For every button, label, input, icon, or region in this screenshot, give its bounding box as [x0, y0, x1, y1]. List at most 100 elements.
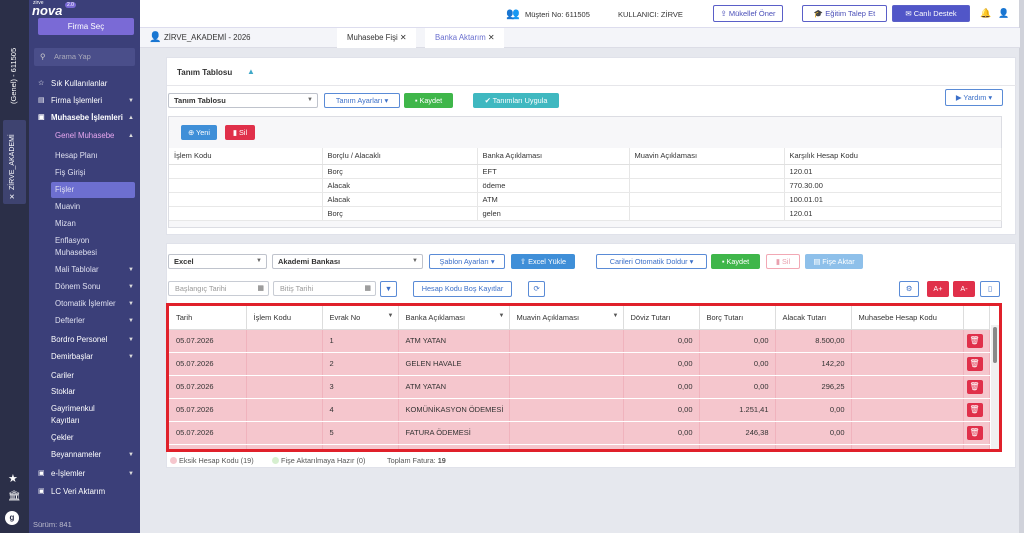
table-cell[interactable] [169, 178, 323, 193]
sidebar-item[interactable]: Mizan [29, 216, 140, 232]
filter-icon[interactable]: ▼ [613, 313, 619, 319]
table-cell[interactable]: FATURA ÖDEMESİ [398, 421, 510, 445]
delete-row-icon[interactable]: 🗑 [966, 356, 983, 371]
table-cell[interactable]: Alacak [322, 178, 478, 193]
table-cell[interactable] [169, 206, 323, 221]
page-scrollbar[interactable] [1019, 0, 1024, 533]
table-cell[interactable] [851, 375, 964, 399]
format-select[interactable]: Excel ▼ [168, 254, 267, 269]
sil-button[interactable]: ▮ Sil [766, 254, 800, 269]
sidebar-item[interactable]: Muhasebesi [29, 245, 140, 261]
table-cell[interactable]: 0,00 [623, 375, 700, 399]
delete-row-icon[interactable]: 🗑 [966, 402, 983, 417]
gib-icon[interactable]: g [5, 511, 19, 525]
table-cell[interactable]: GELEN HAVALE [398, 352, 510, 376]
star-icon[interactable]: ★ [8, 472, 18, 485]
table-cell[interactable] [629, 206, 785, 221]
tab-banka-aktarim[interactable]: Banka Aktarım ✕ [425, 28, 505, 48]
sil-button[interactable]: ▮ Sil [225, 125, 255, 140]
table-cell[interactable]: 0,00 [623, 444, 700, 449]
filter-icon[interactable]: ▼ [388, 313, 394, 319]
table-cell[interactable]: 8.500,00 [775, 329, 852, 353]
table-row[interactable]: 05.07.2026 2 GELEN HAVALE 0,00 0,00 142,20 🗑 [169, 352, 990, 376]
table-cell[interactable]: 142,20 [775, 352, 852, 376]
column-header[interactable]: Döviz Tutarı [623, 306, 700, 330]
table-cell[interactable]: 0,00 [623, 329, 700, 353]
sidebar-item[interactable]: Dönem Sonu ▼ [29, 279, 140, 295]
column-header[interactable]: Evrak No ▼ [322, 306, 399, 330]
table-cell[interactable] [246, 329, 323, 353]
font-decrease-button[interactable]: A- [953, 281, 975, 297]
table-cell[interactable]: Alacak [322, 192, 478, 207]
column-header[interactable]: Tarih [169, 306, 247, 330]
table-cell[interactable]: 543,12 [775, 444, 852, 449]
table-cell[interactable] [851, 329, 964, 353]
table-cell[interactable]: 6 [322, 444, 399, 449]
sidebar-item[interactable]: Demirbaşlar ▼ [29, 349, 140, 365]
table-cell[interactable]: 3 [322, 375, 399, 399]
table-cell[interactable] [509, 352, 624, 376]
table-cell[interactable]: 05.07.2026 [169, 444, 247, 449]
table-cell[interactable]: 0,00 [699, 352, 776, 376]
column-header[interactable]: İşlem Kodu [246, 306, 323, 330]
sidebar-item[interactable]: ▣ Muhasebe İşlemleri ▲ [29, 110, 140, 126]
table-cell[interactable] [246, 398, 323, 422]
table-cell[interactable]: 296,25 [775, 375, 852, 399]
table-row[interactable]: 05.07.2026 5 FATURA ÖDEMESİ 0,00 246,38 0,00 🗑 [169, 421, 990, 445]
firma-sec-button[interactable]: Firma Seç [38, 18, 134, 35]
sidebar-item[interactable]: ▣ e-İşlemler ▼ [29, 466, 140, 482]
close-icon[interactable]: ✕ [488, 33, 495, 42]
table-cell[interactable]: 0,00 [623, 398, 700, 422]
kaydet-button[interactable]: ▪ Kaydet [711, 254, 760, 269]
table-cell[interactable]: 1 [322, 329, 399, 353]
sidebar-item[interactable]: Cariler [29, 368, 140, 384]
column-header[interactable]: Muavin Açıklaması ▼ [509, 306, 624, 330]
table-cell[interactable]: 05.07.2026 [169, 352, 247, 376]
yardim-button[interactable]: ▶ Yardım ▾ [945, 89, 1003, 106]
table-cell[interactable]: 4 [322, 398, 399, 422]
sidebar-item[interactable]: Fişler [51, 182, 135, 198]
bos-kayitlar-button[interactable]: Hesap Kodu Boş Kayıtlar [413, 281, 512, 297]
bank-icon[interactable]: 🏛 [8, 491, 21, 502]
carileri-doldur-button[interactable]: Carileri Otomatik Doldur ▾ [596, 254, 707, 269]
table-cell[interactable]: ödeme [477, 178, 630, 193]
table-cell[interactable]: 5 [322, 421, 399, 445]
table-cell[interactable]: ATM [477, 192, 630, 207]
column-header[interactable]: Muhasebe Hesap Kodu [851, 306, 964, 330]
sidebar-item[interactable]: Otomatik İşlemler ▼ [29, 296, 140, 312]
tanim-select[interactable]: Tanım Tablosu ▼ [168, 93, 318, 108]
column-header[interactable]: Banka Açıklaması [477, 148, 630, 165]
table-cell[interactable]: 0,00 [699, 375, 776, 399]
sidebar-item[interactable]: Stoklar [29, 384, 140, 400]
sidebar-item[interactable]: Fiş Girişi [29, 165, 140, 181]
sidebar-item[interactable]: Muavin [29, 199, 140, 215]
company-tab[interactable]: ✕ ZİRVE_AKADEMİ [3, 120, 26, 204]
font-increase-button[interactable]: A+ [927, 281, 949, 297]
table-cell[interactable]: 0,00 [623, 421, 700, 445]
close-icon[interactable]: ✕ [400, 33, 407, 42]
table-cell[interactable] [509, 444, 624, 449]
table-cell[interactable]: 05.07.2026 [169, 375, 247, 399]
egitim-talep-button[interactable]: 🎓 Eğitim Talep Et [802, 5, 887, 22]
sidebar-item[interactable]: Defterler ▼ [29, 313, 140, 329]
table-cell[interactable]: 246,38 [699, 421, 776, 445]
delete-row-icon[interactable]: 🗑 [966, 333, 983, 348]
table-cell[interactable] [629, 192, 785, 207]
table-row[interactable]: Borç EFT 120.01 [169, 164, 1002, 179]
table-row[interactable]: Alacak ödeme 770.30.00 [169, 178, 1002, 193]
close-icon[interactable]: ✕ [9, 190, 16, 200]
table-cell[interactable]: gelen [477, 206, 630, 221]
table-row[interactable]: 05.07.2026 3 ATM YATAN 0,00 0,00 296,25 🗑 [169, 375, 990, 399]
collapse-icon[interactable]: ▲ [247, 67, 255, 76]
table-cell[interactable]: 05.07.2026 [169, 421, 247, 445]
table-cell[interactable]: 120.01 [784, 206, 1002, 221]
table-row[interactable]: 05.07.2026 1 ATM YATAN 0,00 0,00 8.500,00 🗑 [169, 329, 990, 353]
table-cell[interactable]: Borç [322, 206, 478, 221]
table-cell[interactable] [629, 164, 785, 179]
refresh-button[interactable]: ⟳ [528, 281, 545, 297]
tanim-ayarlari-button[interactable]: Tanım Ayarları ▾ [324, 93, 400, 108]
table-cell[interactable]: 0,00 [699, 444, 776, 449]
table-cell[interactable]: 0,00 [699, 329, 776, 353]
start-date-input[interactable]: Başlangıç Tarihi ▦ [168, 281, 269, 296]
column-header[interactable]: Alacak Tutarı [775, 306, 852, 330]
